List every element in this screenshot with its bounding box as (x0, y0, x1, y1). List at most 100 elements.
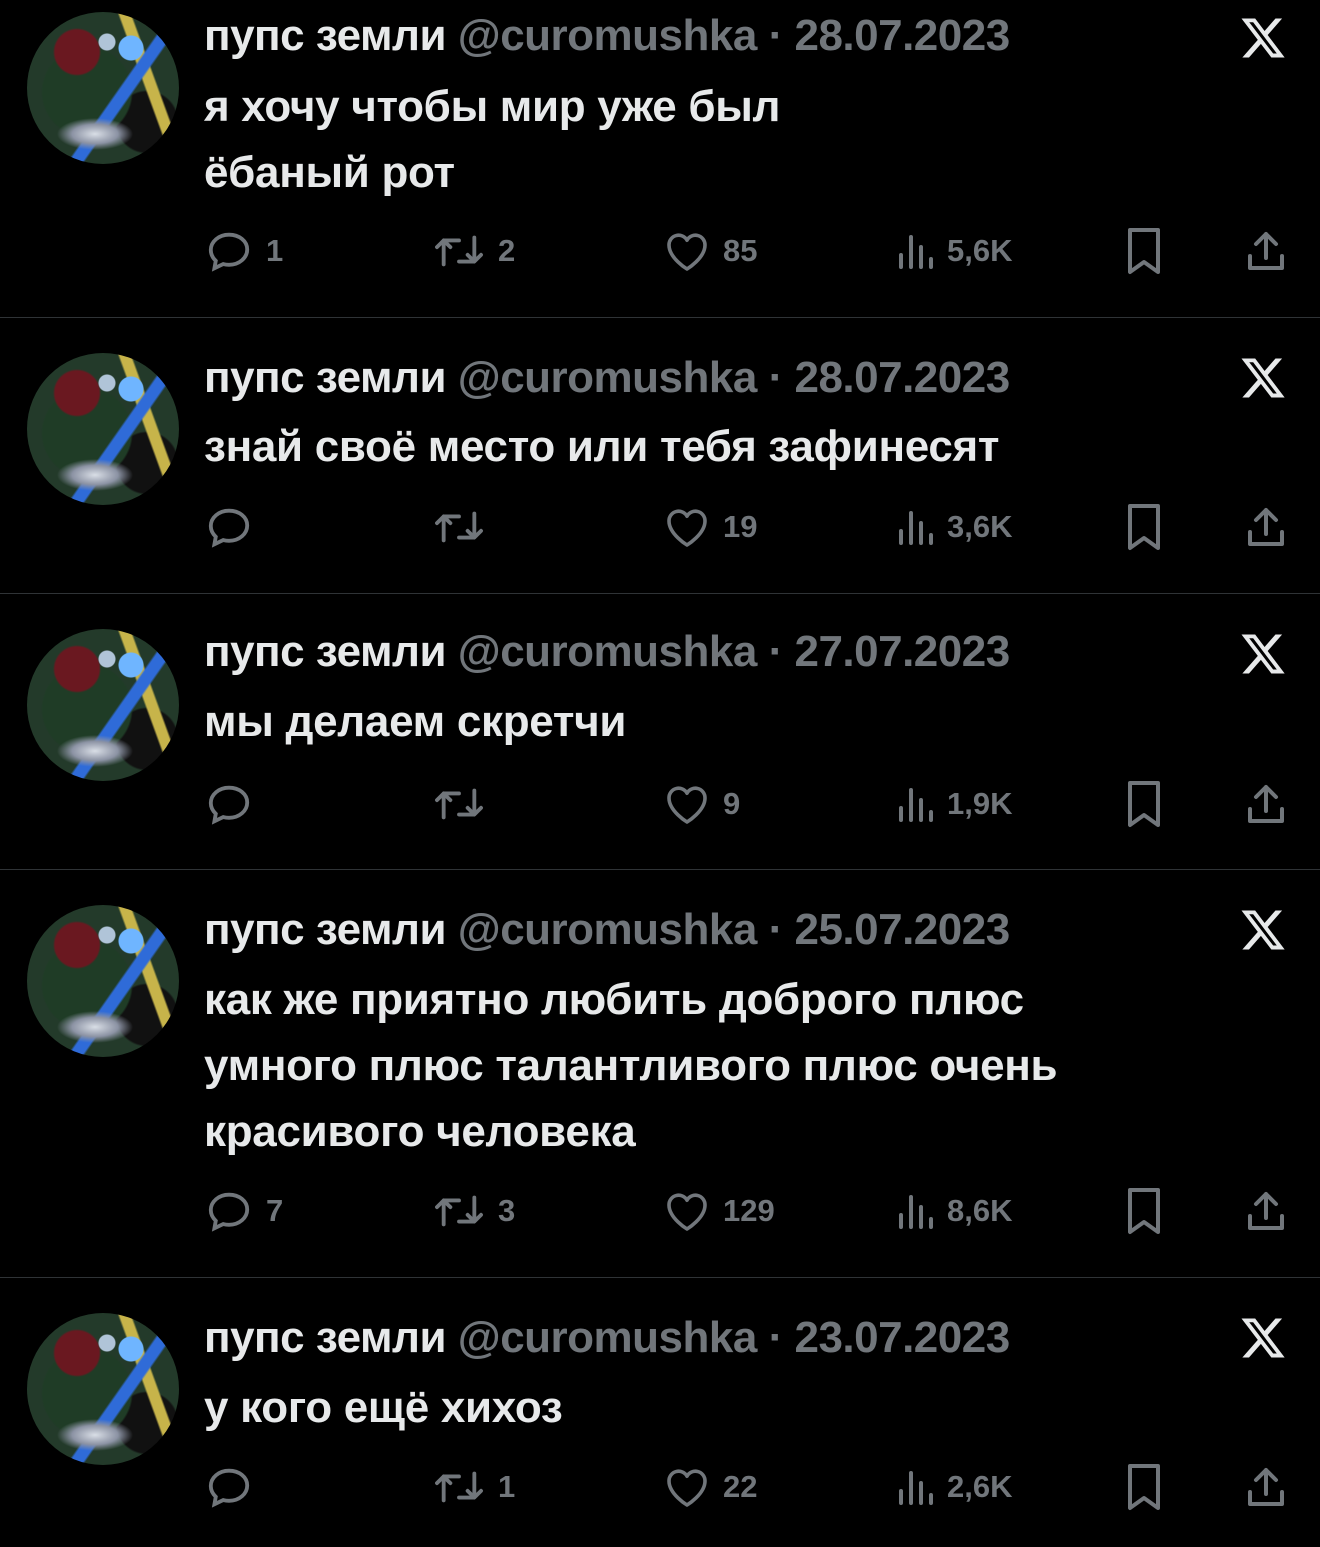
views-button[interactable]: 3,6K (895, 503, 1012, 551)
reply-button[interactable] (204, 780, 266, 828)
display-name[interactable]: пупс земли (204, 905, 447, 954)
retweet-button[interactable] (432, 503, 498, 551)
retweet-icon (435, 1195, 483, 1227)
separator-dot: · (768, 1313, 784, 1362)
tweet-header: пупс земли @curomushka · 27.07.2023 (204, 630, 1010, 674)
reply-button[interactable]: 7 (204, 1187, 283, 1235)
reply-button[interactable] (204, 1463, 266, 1511)
tweet-feed: пупс земли @curomushka · 28.07.2023 я хо… (0, 0, 1320, 1547)
views-icon (899, 511, 933, 545)
views-count: 1,9K (947, 786, 1013, 821)
bookmark-button[interactable] (1124, 503, 1164, 551)
tweet[interactable]: пупс земли @curomushka · 28.07.2023 знай… (0, 318, 1320, 594)
share-icon (1248, 785, 1284, 823)
display-name[interactable]: пупс земли (204, 1313, 447, 1362)
tweet-text-line: как же приятно любить доброго плюс (204, 975, 1024, 1024)
user-handle[interactable]: @curomushka (458, 905, 758, 954)
bookmark-button[interactable] (1124, 1187, 1164, 1235)
avatar[interactable] (27, 629, 179, 781)
tweet-date[interactable]: 28.07.2023 (794, 353, 1010, 402)
views-count: 3,6K (947, 509, 1013, 544)
retweet-button[interactable]: 1 (432, 1463, 515, 1511)
tweet-text-line: ёбаный рот (204, 148, 455, 197)
bookmark-button[interactable] (1124, 780, 1164, 828)
views-button[interactable]: 8,6K (895, 1187, 1012, 1235)
tweet-header: пупс земли @curomushka · 25.07.2023 (204, 908, 1010, 952)
avatar[interactable] (27, 1313, 179, 1465)
retweet-count: 2 (498, 233, 516, 268)
tweet[interactable]: пупс земли @curomushka · 23.07.2023 у ко… (0, 1278, 1320, 1547)
views-button[interactable]: 5,6K (895, 227, 1012, 275)
x-logo-icon (1241, 1318, 1285, 1358)
share-icon (1248, 508, 1284, 546)
reply-count: 1 (266, 233, 284, 268)
heart-icon (667, 786, 707, 824)
user-handle[interactable]: @curomushka (458, 11, 758, 60)
tweet-actions: 7 3 129 8,6K (0, 1187, 1320, 1235)
user-handle[interactable]: @curomushka (458, 627, 758, 676)
views-icon (899, 1471, 933, 1505)
tweet-date[interactable]: 23.07.2023 (794, 1313, 1010, 1362)
display-name[interactable]: пупс земли (204, 353, 447, 402)
views-count: 8,6K (947, 1193, 1013, 1228)
like-count: 85 (723, 233, 758, 268)
reply-button[interactable] (204, 503, 266, 551)
bookmark-button[interactable] (1124, 227, 1164, 275)
tweet[interactable]: пупс земли @curomushka · 25.07.2023 как … (0, 870, 1320, 1278)
like-count: 129 (723, 1193, 775, 1228)
heart-icon (667, 1469, 707, 1507)
views-button[interactable]: 1,9K (895, 780, 1012, 828)
avatar[interactable] (27, 905, 179, 1057)
views-icon (899, 235, 933, 269)
like-button[interactable]: 85 (663, 227, 757, 275)
reply-icon (208, 1468, 250, 1508)
like-button[interactable]: 129 (663, 1187, 775, 1235)
display-name[interactable]: пупс земли (204, 627, 447, 676)
share-button[interactable] (1244, 1187, 1288, 1235)
user-handle[interactable]: @curomushka (458, 353, 758, 402)
tweet[interactable]: пупс земли @curomushka · 27.07.2023 мы д… (0, 594, 1320, 870)
retweet-count: 3 (498, 1193, 516, 1228)
retweet-button[interactable]: 2 (432, 227, 515, 275)
retweet-icon (435, 788, 483, 820)
tweet-text-line: красивого человека (204, 1107, 636, 1156)
share-button[interactable] (1244, 503, 1288, 551)
tweet-actions: 19 3,6K (0, 503, 1320, 551)
bookmark-icon (1128, 1464, 1160, 1510)
tweet-date[interactable]: 25.07.2023 (794, 905, 1010, 954)
heart-icon (667, 233, 707, 271)
like-button[interactable]: 22 (663, 1463, 757, 1511)
retweet-icon (435, 511, 483, 543)
reply-button[interactable]: 1 (204, 227, 283, 275)
heart-icon (667, 509, 707, 547)
reply-icon (208, 232, 250, 272)
tweet-date[interactable]: 27.07.2023 (794, 627, 1010, 676)
display-name[interactable]: пупс земли (204, 11, 447, 60)
like-button[interactable]: 9 (663, 780, 740, 828)
avatar[interactable] (27, 12, 179, 164)
bookmark-icon (1128, 504, 1160, 550)
bookmark-icon (1128, 1188, 1160, 1234)
views-count: 5,6K (947, 233, 1013, 268)
share-button[interactable] (1244, 1463, 1288, 1511)
views-button[interactable]: 2,6K (895, 1463, 1012, 1511)
tweet-date[interactable]: 28.07.2023 (794, 11, 1010, 60)
tweet[interactable]: пупс земли @curomushka · 28.07.2023 я хо… (0, 0, 1320, 318)
like-button[interactable]: 19 (663, 503, 757, 551)
avatar[interactable] (27, 353, 179, 505)
share-button[interactable] (1244, 227, 1288, 275)
bookmark-button[interactable] (1124, 1463, 1164, 1511)
bookmark-icon (1128, 228, 1160, 274)
reply-icon (208, 508, 250, 548)
tweet-actions: 1 2 85 5,6K (0, 227, 1320, 275)
retweet-button[interactable]: 3 (432, 1187, 515, 1235)
tweet-actions: 1 22 2,6K (0, 1463, 1320, 1511)
user-handle[interactable]: @curomushka (458, 1313, 758, 1362)
retweet-icon (435, 235, 483, 267)
x-logo-icon (1241, 358, 1285, 398)
like-count: 9 (723, 786, 741, 821)
tweet-actions: 9 1,9K (0, 780, 1320, 828)
retweet-button[interactable] (432, 780, 498, 828)
share-icon (1248, 1468, 1284, 1506)
share-button[interactable] (1244, 780, 1288, 828)
